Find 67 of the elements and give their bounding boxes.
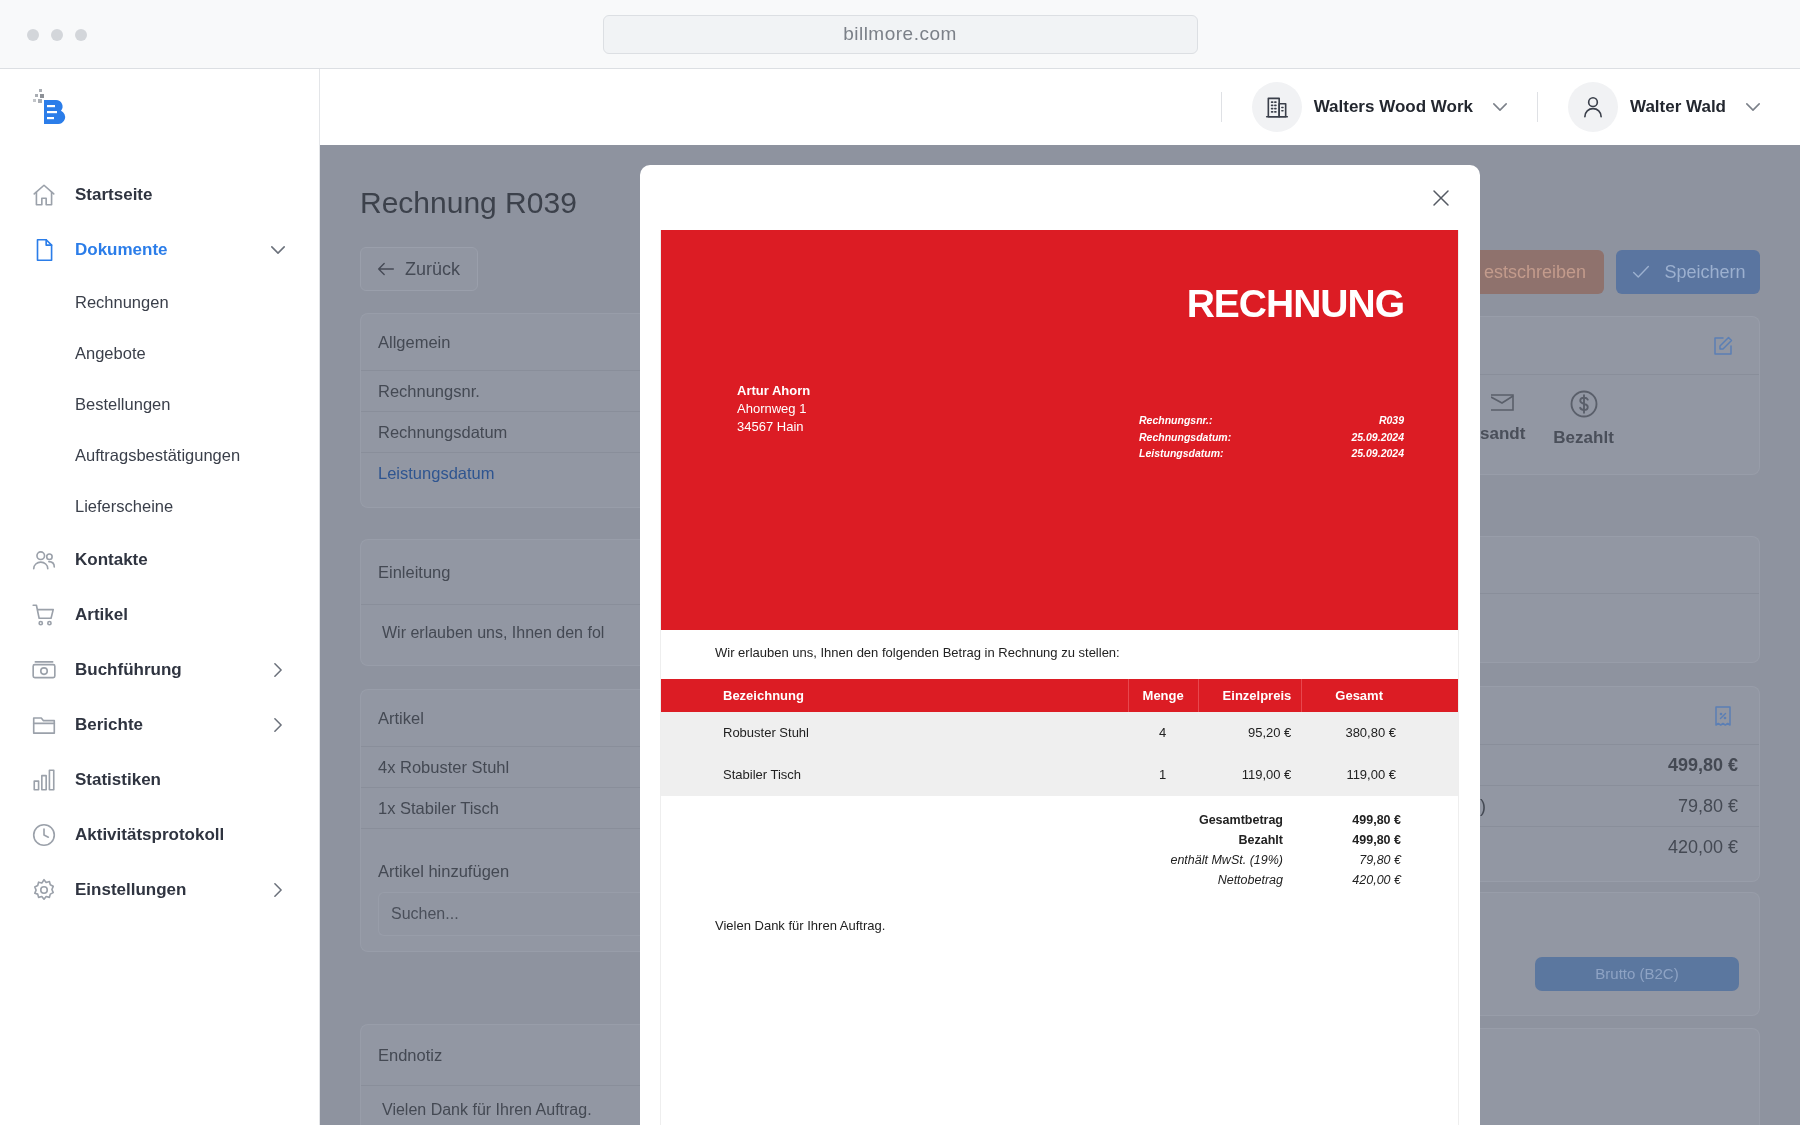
- nav-item[interactable]: Buchführung: [0, 642, 319, 697]
- table-cell-text: 380,80 €: [1344, 724, 1397, 743]
- total-value: 79,80 €: [1358, 852, 1401, 869]
- cart-icon: [31, 601, 57, 628]
- company-selector[interactable]: Walters Wood Work: [1251, 82, 1507, 132]
- status-label: Bezahlt: [1553, 427, 1614, 449]
- logo: [33, 88, 67, 126]
- chevron-down-icon: [1746, 103, 1760, 111]
- section-title: Einleitung: [377, 561, 452, 583]
- nav-item[interactable]: Startseite: [0, 167, 319, 222]
- total-label: Gesamtbetrag: [1197, 812, 1283, 829]
- table-cell-text: 119,00 €: [1345, 766, 1397, 785]
- nav-item[interactable]: Artikel: [0, 587, 319, 642]
- bar-chart-icon: [31, 766, 57, 793]
- dollar-icon: [1568, 389, 1599, 419]
- section-title: Allgemein: [377, 331, 452, 353]
- chevron-down-icon: [1492, 103, 1507, 111]
- user-menu[interactable]: Walter Wald: [1567, 82, 1760, 132]
- recipient-city: 34567 Hain: [737, 418, 805, 436]
- table-cell-text: Stabiler Tisch: [722, 766, 803, 785]
- nav-subitem[interactable]: Bestellungen: [0, 379, 319, 430]
- recipient-street: Ahornweg 1: [737, 400, 808, 418]
- status-label: sandt: [1480, 423, 1526, 445]
- summary-value: 79,80 €: [1677, 794, 1738, 818]
- address-bar[interactable]: billmore.com: [602, 14, 1198, 54]
- recipient-name: Artur Ahorn: [737, 382, 811, 400]
- meta-value: 25.09.2024: [1351, 429, 1404, 445]
- total-label: Bezahlt: [1237, 832, 1283, 849]
- nav-item[interactable]: Aktivitätsprotokoll: [0, 807, 319, 862]
- meta-label: Rechnungsnr.:: [1139, 413, 1213, 428]
- nav-item[interactable]: Statistiken: [0, 752, 319, 807]
- summary-value: 499,80 €: [1667, 753, 1738, 777]
- nav-subitem[interactable]: Rechnungen: [0, 277, 319, 328]
- nav-subitem[interactable]: Auftragsbestätigungen: [0, 430, 319, 481]
- invoice-title: RECHNUNG: [1185, 281, 1404, 327]
- window-dots-icon: [26, 28, 88, 42]
- table-cell-text: Robuster Stuhl: [722, 724, 810, 743]
- table-cell-text: 1: [1158, 766, 1168, 785]
- nav-item[interactable]: Kontakte: [0, 532, 319, 587]
- section-title: Endnotiz: [377, 1044, 444, 1066]
- summary-label: ): [1480, 794, 1486, 818]
- meta-value: R039: [1378, 413, 1404, 428]
- table-cell-text: 4: [1158, 724, 1168, 743]
- table-cell-text: 95,20 €: [1246, 724, 1293, 743]
- closing-text: Vielen Dank für Ihren Auftrag.: [714, 917, 887, 935]
- settings-icon: [31, 876, 57, 903]
- total-value: 420,00 €: [1351, 872, 1401, 889]
- total-label: Nettobetrag: [1216, 872, 1283, 889]
- nav-subitem[interactable]: Angebote: [0, 328, 319, 379]
- meta-label: Rechnungsdatum:: [1139, 429, 1232, 445]
- nav-item[interactable]: Dokumente: [0, 222, 319, 277]
- total-label: enthält MwSt. (19%): [1169, 852, 1283, 869]
- clock-icon: [31, 821, 57, 848]
- meta-label: Leistungsdatum:: [1139, 446, 1224, 461]
- meta-value: 25.09.2024: [1351, 446, 1404, 461]
- nav-item[interactable]: Einstellungen: [0, 862, 319, 917]
- column-header: Bezeichnung: [722, 686, 805, 705]
- table-cell-text: 119,00 €: [1240, 766, 1293, 785]
- total-value: 499,80 €: [1351, 812, 1401, 829]
- total-value: 499,80 €: [1351, 832, 1401, 849]
- intro-text: Wir erlauben uns, Ihnen den folgenden Betrag in Rechnung zu stellen:: [714, 644, 1121, 662]
- nav-subitem[interactable]: Lieferscheine: [0, 481, 319, 532]
- page-title: Rechnung R039: [360, 185, 578, 221]
- summary-value: 420,00 €: [1667, 835, 1738, 859]
- section-title: Artikel: [377, 707, 425, 729]
- nav-item[interactable]: Berichte: [0, 697, 319, 752]
- search-field[interactable]: Suchen...: [378, 892, 640, 936]
